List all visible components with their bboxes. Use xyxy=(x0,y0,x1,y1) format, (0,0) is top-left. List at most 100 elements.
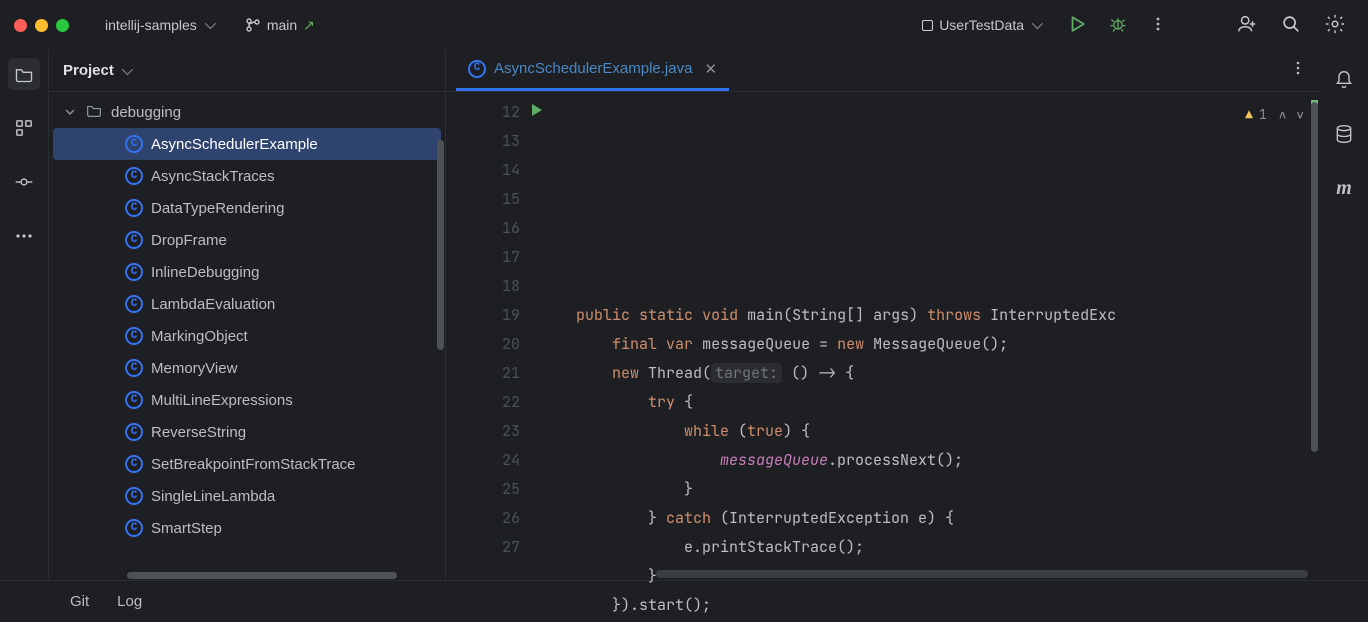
line-number[interactable]: 15 xyxy=(446,185,546,214)
class-icon: C xyxy=(125,487,143,505)
code-line[interactable]: e.printStackTrace(); xyxy=(576,533,1320,562)
code-with-me-icon[interactable] xyxy=(1236,13,1258,38)
settings-icon[interactable] xyxy=(1324,13,1346,38)
line-number[interactable]: 12 xyxy=(446,98,546,127)
line-number[interactable]: 19 xyxy=(446,301,546,330)
code-line[interactable]: } xyxy=(576,475,1320,504)
tree-item[interactable]: CSingleLineLambda xyxy=(53,480,441,512)
line-number[interactable]: 25 xyxy=(446,475,546,504)
notifications-button[interactable] xyxy=(1328,64,1360,96)
close-tab-icon[interactable]: ✕ xyxy=(704,60,717,78)
tree-item[interactable]: CDataTypeRendering xyxy=(53,192,441,224)
line-number[interactable]: 26 xyxy=(446,504,546,533)
run-gutter-icon[interactable] xyxy=(532,104,542,116)
line-number[interactable]: 16 xyxy=(446,214,546,243)
zoom-window-button[interactable] xyxy=(56,19,69,32)
class-icon: C xyxy=(125,199,143,217)
class-icon: C xyxy=(125,327,143,345)
minimize-window-button[interactable] xyxy=(35,19,48,32)
editor-tab[interactable]: C AsyncSchedulerExample.java ✕ xyxy=(456,49,729,91)
tree-scrollbar-horizontal[interactable] xyxy=(127,572,397,579)
line-number[interactable]: 23 xyxy=(446,417,546,446)
line-number[interactable]: 27 xyxy=(446,533,546,562)
code-line[interactable]: try { xyxy=(576,388,1320,417)
line-number[interactable]: 20 xyxy=(446,330,546,359)
project-tree[interactable]: debugging CAsyncSchedulerExampleCAsyncSt… xyxy=(49,92,445,580)
editor-scrollbar-horizontal[interactable] xyxy=(656,570,1308,578)
vcs-branch-widget[interactable]: main ↗ xyxy=(237,13,323,38)
inspection-widget[interactable]: ▲ 1 ∧ ∨ xyxy=(1245,100,1302,129)
tree-item[interactable]: CMultiLineExpressions xyxy=(53,384,441,416)
project-toolwindow-header[interactable]: Project xyxy=(49,50,445,92)
editor-gutter[interactable]: 12131415161718192021222324252627 xyxy=(446,92,546,580)
tree-item-label: MarkingObject xyxy=(151,328,248,345)
more-run-actions[interactable] xyxy=(1150,16,1166,35)
tree-item-label: MemoryView xyxy=(151,360,237,377)
line-number[interactable]: 24 xyxy=(446,446,546,475)
run-config-selector[interactable]: UserTestData xyxy=(914,13,1048,37)
close-window-button[interactable] xyxy=(14,19,27,32)
tree-item[interactable]: CSmartStep xyxy=(53,512,441,544)
editor-scrollbar-vertical[interactable] xyxy=(1311,102,1318,452)
chevron-down-icon xyxy=(63,107,77,117)
tree-folder-debugging[interactable]: debugging xyxy=(53,96,441,128)
code-line[interactable]: while (true) { xyxy=(576,417,1320,446)
commit-toolwindow-button[interactable] xyxy=(8,166,40,198)
code-line[interactable]: final var messageQueue = new MessageQueu… xyxy=(576,330,1320,359)
next-highlight-icon[interactable]: ∨ xyxy=(1290,100,1302,129)
project-switcher[interactable]: intellij-samples xyxy=(97,13,221,37)
class-icon: C xyxy=(468,60,486,78)
more-toolwindows-button[interactable] xyxy=(8,220,40,252)
tree-item[interactable]: CAsyncStackTraces xyxy=(53,160,441,192)
prev-highlight-icon[interactable]: ∧ xyxy=(1273,100,1285,129)
maven-toolwindow-button[interactable]: m xyxy=(1328,172,1360,204)
tree-item-label: SetBreakpointFromStackTrace xyxy=(151,456,356,473)
tree-item[interactable]: CLambdaEvaluation xyxy=(53,288,441,320)
class-icon: C xyxy=(125,231,143,249)
tree-item[interactable]: C MarkingObject xyxy=(53,320,441,352)
tree-item-label: InlineDebugging xyxy=(151,264,259,281)
editor-tabs-more[interactable] xyxy=(1290,60,1306,79)
tree-item-label: ReverseString xyxy=(151,424,246,441)
search-everywhere-icon[interactable] xyxy=(1280,13,1302,38)
tree-item[interactable]: CSetBreakpointFromStackTrace xyxy=(53,448,441,480)
tree-item[interactable]: C MemoryView xyxy=(53,352,441,384)
git-toolwindow-button[interactable]: Git xyxy=(70,593,89,610)
project-toolwindow-button[interactable] xyxy=(8,58,40,90)
class-icon: C xyxy=(125,263,143,281)
warning-icon: ▲ xyxy=(1245,100,1253,129)
database-toolwindow-button[interactable] xyxy=(1328,118,1360,150)
project-toolwindow: Project debugging CAsyncSchedulerExample… xyxy=(48,50,446,580)
line-number[interactable]: 17 xyxy=(446,243,546,272)
code-line[interactable]: new Thread(target: () -> { xyxy=(576,359,1320,388)
editor-code[interactable]: ▲ 1 ∧ ∨ public static void main(String[]… xyxy=(546,92,1320,580)
line-number[interactable]: 22 xyxy=(446,388,546,417)
branch-name: main xyxy=(267,17,297,33)
log-toolwindow-button[interactable]: Log xyxy=(117,593,142,610)
tree-scrollbar-vertical[interactable] xyxy=(437,140,444,350)
code-line[interactable]: }).start(); xyxy=(576,591,1320,620)
class-icon: C xyxy=(125,519,143,537)
code-line[interactable]: public static void main(String[] args) t… xyxy=(576,301,1320,330)
editor-tabs: C AsyncSchedulerExample.java ✕ xyxy=(446,50,1320,92)
project-toolwindow-title: Project xyxy=(63,62,114,79)
editor: C AsyncSchedulerExample.java ✕ 121314151… xyxy=(446,50,1320,580)
debug-button[interactable] xyxy=(1108,14,1128,37)
class-icon: C xyxy=(125,359,143,377)
class-icon: C xyxy=(125,391,143,409)
line-number[interactable]: 21 xyxy=(446,359,546,388)
tree-item[interactable]: C InlineDebugging xyxy=(53,256,441,288)
code-line[interactable]: messageQueue.processNext(); xyxy=(576,446,1320,475)
folder-label: debugging xyxy=(111,104,181,121)
tree-item[interactable]: CDropFrame xyxy=(53,224,441,256)
line-number[interactable]: 13 xyxy=(446,127,546,156)
tree-item[interactable]: CAsyncSchedulerExample xyxy=(53,128,441,160)
warning-count: 1 xyxy=(1259,100,1267,129)
structure-toolwindow-button[interactable] xyxy=(8,112,40,144)
tree-item-label: AsyncStackTraces xyxy=(151,168,275,185)
line-number[interactable]: 14 xyxy=(446,156,546,185)
tree-item[interactable]: CReverseString xyxy=(53,416,441,448)
line-number[interactable]: 18 xyxy=(446,272,546,301)
code-line[interactable]: } catch (InterruptedException e) { xyxy=(576,504,1320,533)
run-button[interactable] xyxy=(1068,15,1086,36)
